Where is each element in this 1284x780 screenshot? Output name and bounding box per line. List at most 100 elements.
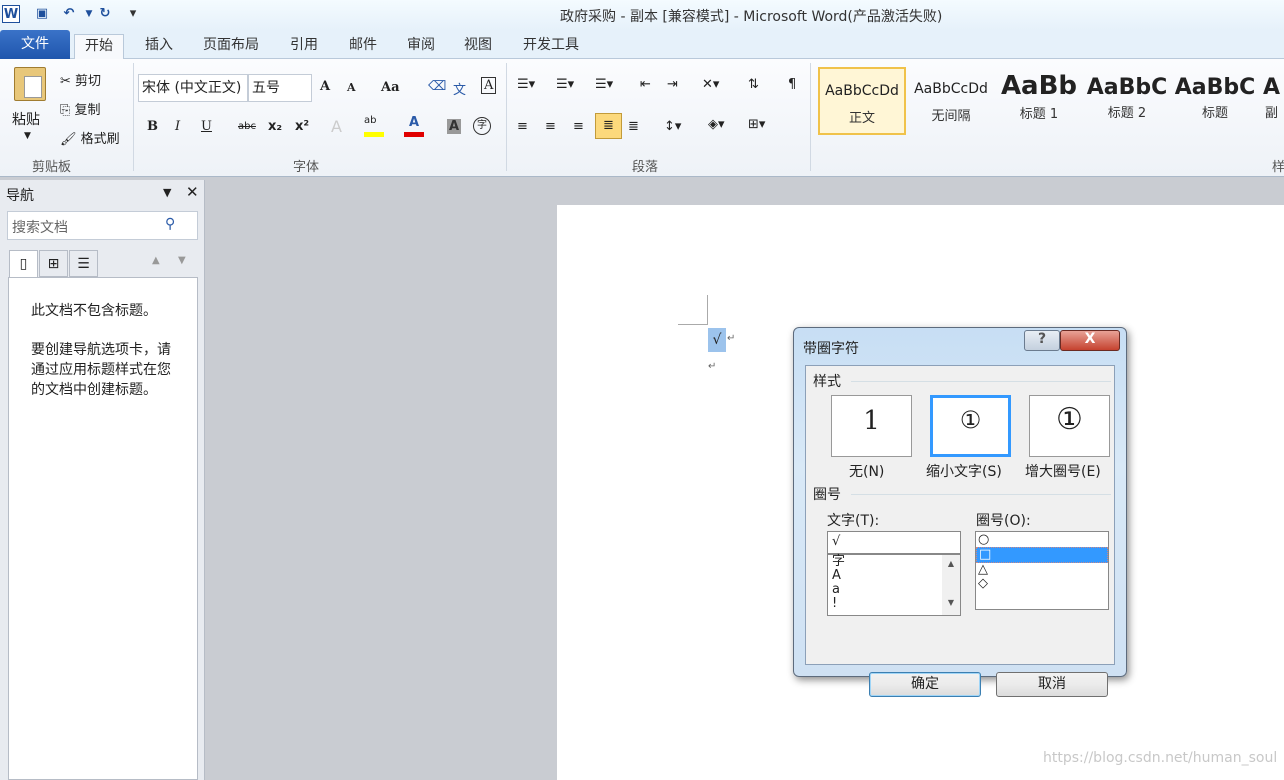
close-button[interactable]: X (1060, 330, 1120, 351)
italic-button[interactable]: I (175, 119, 180, 134)
search-document-input[interactable]: 搜索文档 ⚲ (7, 211, 198, 240)
borders-icon[interactable]: ⊞▾ (748, 117, 765, 132)
enclosure-list[interactable]: ○ □ △ ◇ (975, 531, 1109, 610)
text-effects-icon[interactable]: A (331, 117, 342, 136)
tab-developer[interactable]: 开发工具 (513, 34, 589, 59)
shading-icon[interactable]: ◈▾ (708, 117, 725, 132)
clear-format-icon[interactable]: ⌫ (428, 79, 446, 94)
style-title[interactable]: AaBbC 标题 (1171, 67, 1259, 135)
tab-insert[interactable]: 插入 (135, 34, 183, 59)
line-spacing-icon[interactable]: ↕▾ (664, 119, 681, 134)
enclosure-list-item[interactable]: ○ (976, 533, 1108, 547)
selected-check-mark[interactable]: √ (708, 328, 726, 352)
format-painter-button[interactable]: 🖌 格式刷 (60, 128, 120, 147)
style-subtitle[interactable]: A副 (1259, 67, 1284, 135)
tab-home[interactable]: 开始 (74, 34, 124, 59)
text-list-item[interactable]: A (832, 569, 956, 583)
style-heading-2[interactable]: AaBbC 标题 2 (1083, 67, 1171, 135)
show-marks-icon[interactable]: ¶ (788, 77, 796, 92)
style-normal[interactable]: AaBbCcDd 正文 (818, 67, 906, 135)
enclosure-list-item[interactable]: ◇ (976, 577, 1108, 591)
increase-indent-icon[interactable]: ⇥ (667, 77, 678, 92)
search-placeholder: 搜索文档 (12, 220, 68, 236)
enclosure-list-item-selected[interactable]: □ (976, 547, 1108, 563)
chinese-layout-icon[interactable]: ✕▾ (702, 77, 719, 92)
enclosure-list-item[interactable]: △ (976, 563, 1108, 577)
sort-icon[interactable]: ⇅ (748, 77, 759, 92)
cancel-button[interactable]: 取消 (996, 672, 1108, 697)
tab-view[interactable]: 视图 (454, 34, 502, 59)
shrink-font-button[interactable]: A (347, 81, 356, 94)
enclose-characters-button[interactable]: 字 (473, 117, 491, 135)
style-none-option[interactable]: 1 (831, 395, 912, 457)
tab-mailings[interactable]: 邮件 (339, 34, 387, 59)
copy-button[interactable]: ⎘ 复制 (60, 99, 101, 118)
browse-results-tab[interactable]: ☰ (69, 250, 98, 277)
nav-options-icon[interactable]: ▼ (163, 186, 171, 199)
undo-icon[interactable]: ↶ (60, 5, 78, 23)
style-shrink-label[interactable]: 缩小文字(S) (926, 461, 1002, 481)
paste-icon[interactable] (14, 67, 46, 101)
cut-button[interactable]: ✂ 剪切 (60, 70, 101, 89)
browse-headings-tab[interactable]: ▯ (9, 250, 38, 278)
style-enlarge-symbol-option[interactable]: ① (1029, 395, 1110, 457)
align-left-icon[interactable]: ≡ (517, 119, 528, 134)
nav-close-icon[interactable]: ✕ (186, 183, 199, 201)
style-none-label[interactable]: 无(N) (849, 461, 884, 481)
tab-page-layout[interactable]: 页面布局 (193, 34, 269, 59)
text-list[interactable]: 字 A a ! ▲ ▼ (827, 554, 961, 616)
strikethrough-button[interactable]: abc (238, 121, 256, 132)
paste-dropdown-icon[interactable]: ▼ (24, 131, 31, 141)
paste-button[interactable]: 粘贴 (12, 109, 40, 129)
customize-toolbar-icon[interactable]: ▾ (124, 5, 142, 23)
browse-pages-tab[interactable]: ⊞ (39, 250, 68, 277)
change-case-button[interactable]: Aa (381, 80, 400, 95)
justify-icon[interactable]: ≣ (595, 113, 622, 139)
font-color-icon[interactable]: A (404, 115, 424, 137)
grow-font-button[interactable]: A (320, 79, 330, 94)
text-list-item[interactable]: 字 (832, 555, 956, 569)
subscript-button[interactable]: x₂ (268, 119, 282, 134)
scroll-up-icon[interactable]: ▲ (942, 559, 960, 568)
redo-icon[interactable]: ↻ (96, 5, 114, 23)
style-name: 标题 2 (1107, 106, 1147, 121)
text-input[interactable]: √ (827, 531, 961, 554)
tab-review[interactable]: 审阅 (397, 34, 445, 59)
tab-file[interactable]: 文件 (0, 30, 70, 59)
align-right-icon[interactable]: ≡ (573, 119, 584, 134)
numbering-icon[interactable]: ☰▾ (556, 77, 574, 92)
previous-icon[interactable]: ▲ (152, 255, 160, 266)
character-shading-icon[interactable]: A (447, 119, 462, 134)
style-heading-1[interactable]: AaBb 标题 1 (995, 67, 1083, 135)
next-icon[interactable]: ▼ (178, 255, 186, 266)
character-border-icon[interactable]: A (481, 77, 497, 94)
style-shrink-text-option[interactable]: ① (930, 395, 1011, 457)
superscript-button[interactable]: x² (295, 119, 309, 134)
scroll-down-icon[interactable]: ▼ (942, 598, 960, 607)
decrease-indent-icon[interactable]: ⇤ (640, 77, 651, 92)
text-list-item[interactable]: a (832, 583, 956, 597)
multilevel-list-icon[interactable]: ☰▾ (595, 77, 613, 92)
tab-references[interactable]: 引用 (280, 34, 328, 59)
phonetic-guide-icon[interactable]: 文 (453, 79, 466, 98)
underline-button[interactable]: U (201, 119, 212, 134)
help-button[interactable]: ? (1024, 330, 1060, 351)
word-app-icon[interactable]: W (2, 5, 20, 23)
highlight-icon[interactable]: ab (364, 115, 384, 137)
font-name-combo[interactable]: 宋体 (中文正文) (138, 74, 248, 102)
font-size-combo[interactable]: 五号 (248, 74, 312, 102)
no-headings-message: 此文档不包含标题。 (31, 303, 157, 319)
align-center-icon[interactable]: ≡ (545, 119, 556, 134)
search-icon[interactable]: ⚲ (165, 216, 175, 232)
ok-button[interactable]: 确定 (869, 672, 981, 697)
window-title: 政府采购 - 副本 [兼容模式] - Microsoft Word(产品激活失败… (560, 9, 943, 25)
text-list-item[interactable]: ! (832, 597, 956, 611)
style-enlarge-label[interactable]: 增大圈号(E) (1025, 461, 1101, 481)
bullets-icon[interactable]: ☰▾ (517, 77, 535, 92)
scrollbar[interactable]: ▲ ▼ (942, 555, 960, 615)
navigation-pane: 导航 ▼ ✕ 搜索文档 ⚲ ▯ ⊞ ☰ ▲ ▼ 此文档不包含标题。 要创建导航选… (0, 180, 205, 780)
style-no-spacing[interactable]: AaBbCcDd 无间隔 (907, 67, 995, 135)
distributed-icon[interactable]: ≣ (628, 119, 639, 134)
bold-button[interactable]: B (147, 119, 158, 134)
save-icon[interactable]: ▣ (33, 5, 51, 23)
